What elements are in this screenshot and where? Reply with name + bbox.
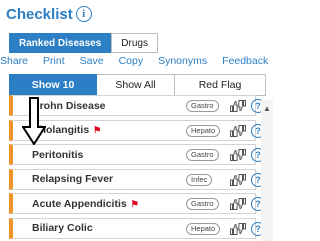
save-link[interactable]: Save <box>80 55 104 67</box>
checklist-tabs: Ranked Diseases Drugs <box>9 33 158 53</box>
thumbs-up-down-icon[interactable] <box>229 197 247 211</box>
disease-row[interactable]: Cholangitis ⚑ Hepato? <box>9 119 265 141</box>
action-links: Share Print Save Copy Synonyms Feedback <box>0 55 283 67</box>
thumbs-up-down-icon[interactable] <box>229 173 247 187</box>
thumbs-up-down-icon[interactable] <box>229 148 247 162</box>
checklist-header: Checklist i <box>6 3 92 25</box>
synonyms-link[interactable]: Synonyms <box>158 55 207 67</box>
disease-list: Crohn Disease Gastro? Cholangitis ⚑ Hepato? P… <box>9 95 265 241</box>
feedback-link[interactable]: Feedback <box>222 55 268 67</box>
disease-row[interactable]: Acute Appendicitis ⚑ Gastro? <box>9 193 265 215</box>
disease-name[interactable]: Biliary Colic <box>32 222 93 234</box>
tab-ranked-diseases[interactable]: Ranked Diseases <box>9 33 112 53</box>
disease-row[interactable]: Biliary Colic Hepato? <box>9 217 265 239</box>
thumbs-up-down-icon[interactable] <box>229 99 247 113</box>
filter-tabs: Show 10 Show All Red Flag <box>9 74 266 96</box>
show-10-button[interactable]: Show 10 <box>9 74 97 96</box>
copy-link[interactable]: Copy <box>119 55 144 67</box>
specialty-badge[interactable]: Gastro <box>186 100 219 112</box>
disease-row[interactable]: Relapsing Fever Infec? <box>9 168 265 190</box>
disease-row[interactable]: Peritonitis Gastro? <box>9 144 265 166</box>
red-flag-icon: ⚑ <box>93 125 102 136</box>
page-title: Checklist <box>6 5 73 23</box>
show-all-button[interactable]: Show All <box>97 74 175 96</box>
disease-name-text: Biliary Colic <box>32 222 93 235</box>
info-icon[interactable]: i <box>75 6 92 22</box>
specialty-badge[interactable]: Gastro <box>186 198 219 211</box>
disease-name-text: Peritonitis <box>32 148 84 161</box>
specialty-badge[interactable]: Gastro <box>186 149 219 162</box>
thumbs-up-down-icon[interactable] <box>229 222 247 236</box>
disease-name-text: Acute Appendicitis <box>32 197 127 210</box>
specialty-badge[interactable]: Hepato <box>186 124 221 137</box>
tab-drugs[interactable]: Drugs <box>111 33 158 53</box>
red-flag-icon: ⚑ <box>130 198 139 209</box>
red-flag-button[interactable]: Red Flag <box>175 74 266 96</box>
scroll-up-icon[interactable]: ▲ <box>263 104 271 113</box>
disease-row[interactable]: Crohn Disease Gastro? <box>9 95 265 116</box>
print-link[interactable]: Print <box>43 55 65 67</box>
disease-name[interactable]: Peritonitis <box>32 149 83 161</box>
share-link[interactable]: Share <box>0 55 28 67</box>
disease-name-text: Relapsing Fever <box>32 173 114 186</box>
disease-name[interactable]: Relapsing Fever <box>32 173 113 185</box>
down-arrow-cursor-icon <box>22 97 46 145</box>
scrollbar[interactable] <box>261 100 273 241</box>
specialty-badge[interactable]: Hepato <box>186 222 221 235</box>
specialty-badge[interactable]: Infec <box>186 173 213 186</box>
disease-name[interactable]: Acute Appendicitis ⚑ <box>32 198 139 210</box>
thumbs-up-down-icon[interactable] <box>229 124 247 138</box>
